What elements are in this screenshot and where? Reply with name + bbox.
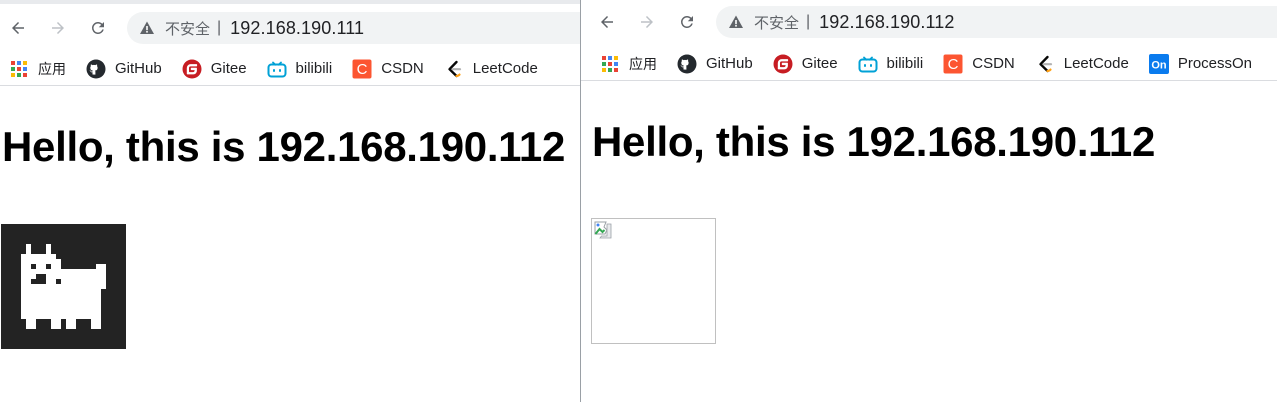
- bookmark-processon[interactable]: On ProcessOn: [1148, 53, 1253, 74]
- leetcode-icon: [1035, 54, 1055, 74]
- pixel-dog-image: [1, 224, 126, 349]
- bookmark-label: Gitee: [210, 60, 247, 77]
- csdn-icon: C: [943, 54, 963, 74]
- security-label[interactable]: 不安全: [165, 18, 210, 39]
- bilibili-icon: [267, 59, 287, 79]
- bookmark-label: CSDN: [972, 55, 1015, 72]
- browser-window-left: 不安全 | 192.168.190.111 应用 GitHub Gitee bi…: [0, 0, 580, 402]
- bookmark-label: CSDN: [381, 60, 424, 77]
- bookmark-gitee[interactable]: Gitee: [773, 54, 838, 74]
- bookmark-label: Gitee: [801, 55, 838, 72]
- bookmark-label: LeetCode: [472, 60, 538, 77]
- bookmark-apps[interactable]: 应用: [9, 59, 66, 79]
- processon-icon: On: [1148, 53, 1169, 74]
- csdn-glyph: C: [357, 61, 368, 78]
- url-text[interactable]: 192.168.190.111: [230, 18, 364, 39]
- address-bar[interactable]: 不安全 | 192.168.190.112: [716, 6, 1277, 38]
- github-icon: [86, 59, 106, 79]
- leetcode-icon: [444, 59, 464, 79]
- bookmarks-bar: 应用 GitHub Gitee bilibili C CSDN: [0, 52, 580, 86]
- reload-icon: [91, 21, 104, 34]
- processon-glyph: On: [1151, 59, 1167, 71]
- bookmark-label: bilibili: [886, 55, 924, 72]
- bookmark-label: bilibili: [295, 60, 333, 77]
- page-heading: Hello, this is 192.168.190.112: [2, 123, 566, 170]
- bookmark-leetcode[interactable]: LeetCode: [1035, 54, 1129, 74]
- bookmark-label: GitHub: [115, 60, 162, 77]
- github-icon: [677, 54, 697, 74]
- back-arrow-icon: [601, 16, 613, 28]
- browser-toolbar: 不安全 | 192.168.190.112: [581, 0, 1277, 44]
- bookmark-bilibili[interactable]: bilibili: [267, 59, 333, 79]
- bookmark-csdn[interactable]: C CSDN: [352, 59, 424, 79]
- bookmark-label: 应用: [38, 61, 66, 78]
- address-bar[interactable]: 不安全 | 192.168.190.111: [127, 12, 580, 44]
- not-secure-warning-icon[interactable]: [139, 20, 155, 36]
- csdn-icon: C: [352, 59, 372, 79]
- bookmark-bilibili[interactable]: bilibili: [858, 54, 924, 74]
- back-arrow-icon: [12, 22, 24, 34]
- broken-image: [591, 218, 716, 344]
- omnibox-separator: |: [217, 19, 222, 36]
- bookmarks-bar: 应用 GitHub Gitee bilibili C CSDN: [581, 47, 1277, 81]
- tab-strip-edge: [0, 0, 580, 4]
- csdn-glyph: C: [948, 56, 959, 73]
- apps-grid-icon: [9, 59, 29, 79]
- bookmark-label: ProcessOn: [1177, 55, 1253, 72]
- reload-icon: [680, 15, 693, 28]
- bookmark-github[interactable]: GitHub: [86, 59, 162, 79]
- bookmark-label: LeetCode: [1063, 55, 1129, 72]
- forward-arrow-icon: [641, 16, 653, 28]
- back-button[interactable]: [591, 6, 623, 38]
- forward-button[interactable]: [631, 6, 663, 38]
- apps-grid-icon: [600, 54, 620, 74]
- gitee-icon: [773, 54, 793, 74]
- url-text[interactable]: 192.168.190.112: [819, 12, 954, 33]
- bookmark-apps[interactable]: 应用: [600, 54, 657, 74]
- reload-button[interactable]: [82, 12, 114, 44]
- bookmark-label: GitHub: [706, 55, 753, 72]
- broken-image-icon: [594, 221, 612, 244]
- omnibox-separator: |: [806, 13, 811, 30]
- bookmark-github[interactable]: GitHub: [677, 54, 753, 74]
- browser-window-right: 不安全 | 192.168.190.112 应用 GitHub Gitee bi…: [580, 0, 1277, 402]
- bookmark-label: 应用: [629, 56, 657, 73]
- browser-toolbar: 不安全 | 192.168.190.111: [0, 6, 580, 50]
- not-secure-warning-icon[interactable]: [728, 14, 744, 30]
- forward-arrow-icon: [52, 22, 64, 34]
- forward-button[interactable]: [42, 12, 74, 44]
- gitee-icon: [182, 59, 202, 79]
- page-heading: Hello, this is 192.168.190.112: [592, 118, 1156, 165]
- bilibili-icon: [858, 54, 878, 74]
- bookmark-leetcode[interactable]: LeetCode: [444, 59, 538, 79]
- security-label[interactable]: 不安全: [754, 12, 799, 33]
- back-button[interactable]: [2, 12, 34, 44]
- bookmark-csdn[interactable]: C CSDN: [943, 54, 1015, 74]
- reload-button[interactable]: [671, 6, 703, 38]
- bookmark-gitee[interactable]: Gitee: [182, 59, 247, 79]
